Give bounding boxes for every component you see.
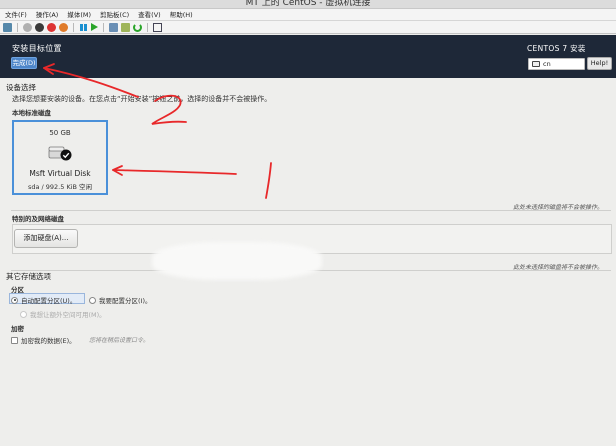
menu-file[interactable]: 文件(F) bbox=[5, 9, 27, 21]
reset-icon[interactable] bbox=[91, 23, 98, 31]
revert-icon[interactable] bbox=[121, 22, 130, 32]
auto-partition-label: 自动配置分区(U)。 bbox=[21, 297, 77, 305]
product-title: CENTOS 7 安装 bbox=[527, 44, 586, 53]
menu-clipboard[interactable]: 剪贴板(C) bbox=[100, 9, 129, 21]
toolbar-separator bbox=[103, 22, 104, 32]
annotation-arrow-to-disk bbox=[112, 165, 237, 176]
section-divider bbox=[11, 210, 611, 211]
disk-tile-sda[interactable]: 50 GB Msft Virtual Disk sda / 992.5 KiB … bbox=[12, 120, 108, 195]
save-state-icon[interactable] bbox=[59, 22, 68, 32]
encrypt-data-label: 加密我的数据(E)。 bbox=[21, 337, 76, 345]
ctrl-alt-del-icon[interactable] bbox=[3, 22, 12, 32]
encrypt-hint: 您将在稍后设置口令。 bbox=[89, 337, 150, 344]
add-disk-button[interactable]: 添加硬盘(A)... bbox=[14, 229, 78, 248]
window-titlebar: MT 上的 CentOS - 虚拟机连接 bbox=[0, 0, 616, 9]
encryption-label: 加密 bbox=[11, 325, 24, 333]
pause-icon[interactable] bbox=[79, 23, 88, 32]
keyboard-layout-label: cn bbox=[543, 60, 551, 68]
start-icon[interactable] bbox=[23, 22, 32, 32]
menu-action[interactable]: 操作(A) bbox=[36, 9, 59, 21]
menu-view[interactable]: 查看(V) bbox=[138, 9, 161, 21]
auto-partition-radio[interactable] bbox=[11, 296, 18, 304]
manual-partition-option[interactable]: 我要配置分区(I)。 bbox=[89, 295, 152, 305]
keyboard-icon bbox=[532, 61, 540, 67]
checkpoint-icon[interactable] bbox=[109, 22, 118, 32]
extra-space-checkbox bbox=[20, 310, 27, 318]
toolbar-separator bbox=[147, 22, 148, 32]
disk-info: sda / 992.5 KiB 空闲 bbox=[27, 183, 93, 191]
other-storage-title: 其它存储选项 bbox=[6, 272, 51, 281]
menu-media[interactable]: 媒体(M) bbox=[67, 9, 91, 21]
auto-partition-option[interactable]: 自动配置分区(U)。 bbox=[11, 295, 76, 305]
local-disks-label: 本地标准磁盘 bbox=[12, 109, 51, 117]
menu-bar: 文件(F) 操作(A) 媒体(M) 剪贴板(C) 查看(V) 帮助(H) bbox=[0, 9, 616, 21]
manual-partition-label: 我要配置分区(I)。 bbox=[99, 297, 152, 305]
disk-name: Msft Virtual Disk bbox=[29, 169, 91, 178]
disk-size: 50 GB bbox=[49, 129, 71, 137]
help-button[interactable]: Help! bbox=[587, 57, 612, 70]
encrypt-data-checkbox[interactable] bbox=[11, 336, 18, 344]
shutdown-icon[interactable] bbox=[47, 22, 56, 32]
redaction-blur bbox=[152, 242, 322, 280]
extra-space-option: 我想让额外空间可用(M)。 bbox=[20, 309, 106, 319]
page-title: 安装目标位置 bbox=[12, 44, 62, 53]
turnoff-icon[interactable] bbox=[35, 22, 44, 32]
window-title: MT 上的 CentOS - 虚拟机连接 bbox=[245, 0, 371, 8]
vm-toolbar bbox=[0, 21, 616, 34]
fullscreen-icon[interactable] bbox=[153, 22, 162, 32]
keyboard-layout-indicator[interactable]: cn bbox=[528, 58, 585, 70]
extra-space-label: 我想让额外空间可用(M)。 bbox=[30, 311, 106, 319]
device-selection-description: 选择您想要安装的设备。在您点击“开始安装”按钮之前，选择的设备并不会被操作。 bbox=[12, 95, 272, 103]
hard-disk-selected-icon bbox=[48, 146, 72, 161]
done-button[interactable]: 完成(D) bbox=[11, 57, 37, 69]
annotation-number-1 bbox=[265, 162, 272, 199]
toolbar-separator bbox=[73, 22, 74, 32]
manual-partition-radio[interactable] bbox=[89, 296, 96, 304]
special-disks-label: 特别的及网络磁盘 bbox=[12, 215, 64, 223]
device-selection-title: 设备选择 bbox=[6, 83, 36, 92]
toolbar-separator bbox=[17, 22, 18, 32]
menu-help[interactable]: 帮助(H) bbox=[170, 9, 193, 21]
installer-header: 安装目标位置 bbox=[0, 35, 616, 78]
undo-icon[interactable] bbox=[133, 22, 142, 32]
encrypt-data-option[interactable]: 加密我的数据(E)。 bbox=[11, 335, 76, 345]
